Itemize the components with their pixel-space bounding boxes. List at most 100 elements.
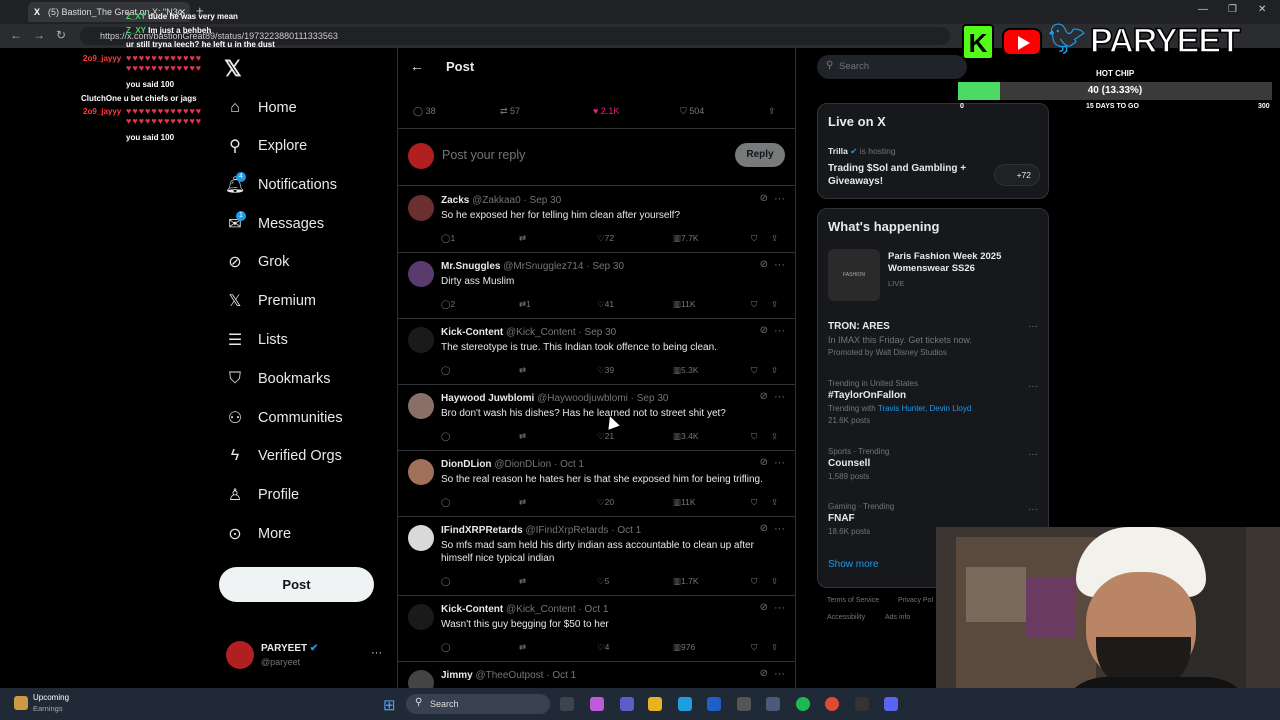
more-icon[interactable]: ···: [774, 325, 785, 337]
back-icon[interactable]: ←: [10, 28, 22, 42]
copilot-icon[interactable]: [590, 697, 604, 711]
reply-action[interactable]: ◯ 1: [441, 233, 455, 244]
more-icon[interactable]: ···: [1028, 449, 1038, 460]
sidebar-item-bookmarks[interactable]: ⛉ Bookmarks: [226, 365, 331, 393]
start-icon[interactable]: ⊞: [383, 696, 396, 714]
sidebar-item-explore[interactable]: ⚲ Explore: [226, 132, 307, 160]
taskbar-search-input[interactable]: Search: [430, 699, 459, 709]
sidebar-item-communities[interactable]: ⚇ Communities: [226, 404, 343, 432]
author-name[interactable]: Kick-Content: [441, 327, 503, 338]
author-handle[interactable]: @DionDLion: [494, 459, 551, 470]
teams-icon[interactable]: [620, 697, 634, 711]
edge-icon[interactable]: [678, 697, 692, 711]
reply-tweet[interactable]: Zacks @Zakkaa0 · Sep 30 ⊘ ··· So he exposed…: [398, 187, 795, 253]
like-action[interactable]: ♡ 20: [597, 497, 614, 508]
search-input[interactable]: Search: [839, 61, 869, 72]
like-action[interactable]: ♡ 41: [597, 299, 614, 310]
like-action[interactable]: ♡ 21: [597, 431, 614, 442]
footer-link-ads[interactable]: Ads info: [885, 614, 910, 621]
reply-tweet[interactable]: Kick-Content @Kick_Content · Sep 30 ⊘ ··· T…: [398, 319, 795, 385]
grok-icon[interactable]: ⊘: [760, 457, 768, 468]
repost-action[interactable]: ⇄: [519, 365, 526, 376]
tweet-date[interactable]: Sep 30: [592, 261, 624, 272]
back-arrow-icon[interactable]: ←: [410, 58, 424, 74]
tweet-date[interactable]: Oct 1: [560, 459, 584, 470]
grok-icon[interactable]: ⊘: [760, 602, 768, 613]
repost-action[interactable]: ⇄ 1: [519, 299, 531, 310]
more-icon[interactable]: ···: [774, 193, 785, 205]
avatar[interactable]: [408, 327, 434, 353]
tweet-date[interactable]: Sep 30: [585, 327, 617, 338]
sidebar-item-home[interactable]: ⌂ Home: [226, 94, 297, 122]
post-button[interactable]: Post: [219, 567, 374, 602]
featured-trend-title[interactable]: Paris Fashion Week 2025 Womenswear SS26: [888, 251, 1038, 275]
repost-action[interactable]: ⇄: [519, 233, 526, 244]
close-window-icon[interactable]: ✕: [1258, 4, 1266, 15]
author-name[interactable]: Kick-Content: [441, 604, 503, 615]
widget-title[interactable]: Upcoming: [33, 693, 69, 702]
like-action[interactable]: ♡ 5: [597, 576, 609, 587]
reply-tweet[interactable]: Jimmy @TheeOutpost · Oct 1 ⊘ ···: [398, 662, 795, 688]
reply-tweet[interactable]: DionDLion @DionDLion · Oct 1 ⊘ ··· So the r…: [398, 451, 795, 517]
author-name[interactable]: Haywood Juwblomi: [441, 393, 534, 404]
share-icon[interactable]: ⇪: [771, 233, 778, 244]
more-icon[interactable]: ···: [1028, 381, 1038, 392]
author-handle[interactable]: @Kick_Content: [506, 327, 576, 338]
more-icon[interactable]: ···: [774, 602, 785, 614]
reply-tweet[interactable]: Kick-Content @Kick_Content · Oct 1 ⊘ ··· Wa…: [398, 596, 795, 662]
grok-icon[interactable]: ⊘: [760, 391, 768, 402]
app-icon[interactable]: [855, 697, 869, 711]
bookmark-icon[interactable]: ⛉: [751, 576, 757, 587]
avatar[interactable]: [408, 604, 434, 630]
like-count[interactable]: ♥ 2.1K: [593, 106, 619, 116]
footer-link-accessibility[interactable]: Accessibility: [827, 614, 865, 621]
grok-icon[interactable]: ⊘: [760, 668, 768, 679]
tweet-date[interactable]: Sep 30: [530, 195, 562, 206]
more-icon[interactable]: ···: [774, 457, 785, 469]
views-action[interactable]: ▥ 7.7K: [673, 233, 699, 244]
minimize-icon[interactable]: —: [1198, 4, 1208, 15]
sidebar-item-verified-orgs[interactable]: ϟ Verified Orgs: [226, 442, 342, 470]
more-icon[interactable]: ···: [774, 523, 785, 535]
author-handle[interactable]: @Zakkaa0: [472, 195, 521, 206]
author-name[interactable]: Zacks: [441, 195, 469, 206]
share-icon[interactable]: ⇪: [771, 497, 778, 508]
views-action[interactable]: ▥ 3.4K: [673, 431, 699, 442]
grok-icon[interactable]: ⊘: [760, 259, 768, 270]
avatar[interactable]: [408, 261, 434, 287]
grok-icon[interactable]: ⊘: [760, 523, 768, 534]
trend-item[interactable]: Sports · Trending Counsell 1,589 posts: [828, 447, 1043, 481]
more-icon[interactable]: ···: [1028, 504, 1038, 515]
chrome-icon[interactable]: [825, 697, 839, 711]
author-name[interactable]: IFindXRPRetards: [441, 525, 523, 536]
repost-action[interactable]: ⇄: [519, 497, 526, 508]
like-action[interactable]: ♡ 72: [597, 233, 614, 244]
views-action[interactable]: ▥ 11K: [673, 299, 696, 310]
reply-action[interactable]: ◯: [441, 431, 451, 442]
bookmark-icon[interactable]: ⛉: [751, 299, 757, 310]
live-host[interactable]: Trilla ✔ is hosting: [828, 146, 896, 157]
trend-item[interactable]: Trending in United States #TaylorOnFallo…: [828, 379, 1043, 425]
bookmark-icon[interactable]: ⛉: [751, 233, 757, 244]
like-action[interactable]: ♡ 4: [597, 642, 609, 653]
share-icon[interactable]: ⇪: [771, 299, 778, 310]
reply-tweet[interactable]: IFindXRPRetards @IFindXrpRetards · Oct 1…: [398, 517, 795, 596]
app-icon[interactable]: [766, 697, 780, 711]
more-icon[interactable]: ···: [774, 668, 785, 680]
author-handle[interactable]: @Haywoodjuwblomi: [537, 393, 628, 404]
grok-icon[interactable]: ⊘: [760, 325, 768, 336]
footer-link-terms[interactable]: Terms of Service: [827, 597, 879, 604]
repost-action[interactable]: ⇄: [519, 431, 526, 442]
author-handle[interactable]: @TheeOutpost: [475, 670, 543, 681]
reply-tweet[interactable]: Haywood Juwblomi @Haywoodjuwblomi · Sep …: [398, 385, 795, 451]
bookmark-icon[interactable]: ⛉: [751, 431, 757, 442]
footer-link-privacy[interactable]: Privacy Pol: [898, 597, 933, 604]
more-icon[interactable]: ···: [1028, 321, 1038, 332]
share-icon[interactable]: ⇪: [771, 365, 778, 376]
more-icon[interactable]: ···: [774, 259, 785, 271]
search-box[interactable]: ⚲ Search: [817, 55, 967, 79]
sidebar-item-profile[interactable]: ♙ Profile: [226, 481, 299, 509]
reply-action[interactable]: ◯: [441, 497, 451, 508]
bookmark-count[interactable]: ⛉ 504: [680, 106, 704, 117]
tweet-date[interactable]: Oct 1: [552, 670, 576, 681]
